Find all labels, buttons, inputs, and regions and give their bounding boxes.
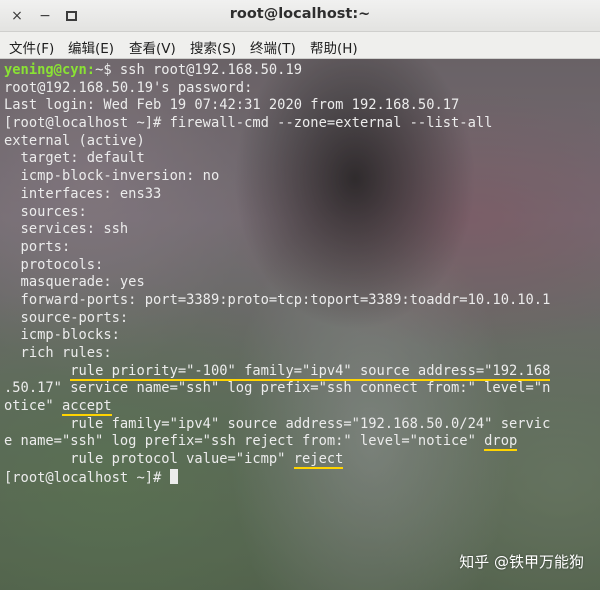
terminal-line: external (active) [4, 133, 550, 151]
menu-edit[interactable]: 编辑(E) [68, 37, 114, 57]
terminal-segment: forward-ports: port=3389:proto=tcp:topor… [4, 291, 551, 308]
highlighted-text: accept [61, 398, 112, 417]
terminal-segment: protocols: [4, 256, 104, 273]
terminal-segment: icmp-blocks: [4, 327, 120, 344]
menu-search[interactable]: 搜索(S) [190, 37, 236, 57]
terminal-segment: [root@localhost ~]# [4, 469, 170, 486]
terminal-segment: interfaces: ens33 [4, 185, 162, 202]
terminal-line: rule family="ipv4" source address="192.1… [4, 416, 550, 434]
terminal-line: rule protocol value="icmp" reject [4, 451, 550, 470]
terminal-line: otice" accept [4, 398, 550, 417]
terminal-segment: rule protocol value="icmp" [4, 451, 294, 468]
terminal-segment: external (active) [4, 132, 145, 149]
terminal-line: protocols: [4, 257, 550, 275]
terminal-segment: target: default [4, 150, 145, 167]
highlighted-text: reject [293, 451, 344, 470]
terminal-segment: sources: [4, 203, 87, 220]
terminal-line: icmp-block-inversion: no [4, 168, 550, 186]
terminal-segment: ports: [4, 238, 71, 255]
window-title: root@localhost:~ [229, 6, 371, 22]
menu-bar: 文件(F) 编辑(E) 查看(V) 搜索(S) 终端(T) 帮助(H) [0, 32, 600, 59]
terminal-line: services: ssh [4, 221, 550, 239]
terminal-line: Last login: Wed Feb 19 07:42:31 2020 fro… [4, 97, 550, 115]
menu-file[interactable]: 文件(F) [9, 37, 54, 57]
terminal-text: yening@cyn:~$ ssh root@192.168.50.19 root… [4, 62, 551, 487]
terminal-line: masquerade: yes [4, 274, 550, 292]
terminal-line: icmp-blocks: [4, 327, 550, 345]
terminal-segment: root@192.168.50.19's password: [4, 79, 253, 96]
terminal-segment: ~$ ssh root@192.168.50.19 [95, 62, 303, 78]
terminal-line: interfaces: ens33 [4, 186, 550, 204]
terminal-segment: [root@localhost ~]# firewall-cmd --zone=… [4, 115, 493, 132]
terminal-segment: services: ssh [4, 221, 129, 238]
terminal-line: [root@localhost ~]# [4, 468, 550, 487]
terminal-line: rich rules: [4, 345, 550, 363]
highlighted-text: rule priority="-100" family="ipv4" sourc… [70, 362, 551, 381]
terminal-line: e name="ssh" log prefix="ssh reject from… [4, 433, 550, 452]
terminal-line: source-ports: [4, 310, 550, 328]
title-bar[interactable]: × − root@localhost:~ [0, 0, 600, 32]
terminal-segment: .50.17" service name="ssh" log prefix="s… [4, 380, 551, 397]
terminal-segment: masquerade: yes [4, 274, 145, 291]
terminal-window: × − root@localhost:~ 文件(F) 编辑(E) 查看(V) 搜… [0, 0, 600, 590]
terminal-segment [4, 363, 70, 379]
watermark: 知乎 @铁甲万能狗 [459, 553, 584, 571]
menu-terminal[interactable]: 终端(T) [250, 37, 296, 57]
terminal-line: [root@localhost ~]# firewall-cmd --zone=… [4, 115, 550, 133]
terminal-segment: rule family="ipv4" source address="192.1… [4, 415, 551, 432]
terminal-output[interactable]: yening@cyn:~$ ssh root@192.168.50.19 root… [0, 59, 600, 590]
terminal-line: target: default [4, 150, 550, 168]
terminal-segment: icmp-block-inversion: no [4, 168, 220, 185]
terminal-segment: source-ports: [4, 309, 129, 326]
highlighted-text: drop [484, 433, 518, 452]
terminal-line: ports: [4, 239, 550, 257]
terminal-line: .50.17" service name="ssh" log prefix="s… [4, 380, 550, 398]
cursor [169, 468, 178, 484]
prompt-user: yening@cyn: [4, 62, 96, 78]
terminal-line: forward-ports: port=3389:proto=tcp:topor… [4, 291, 551, 310]
terminal-segment: e name="ssh" log prefix="ssh reject from… [4, 433, 485, 450]
menu-view[interactable]: 查看(V) [129, 37, 176, 57]
terminal-line: sources: [4, 204, 550, 222]
terminal-segment: Last login: Wed Feb 19 07:42:31 2020 fro… [4, 97, 460, 114]
terminal-line: root@192.168.50.19's password: [4, 80, 550, 98]
terminal-line: rule priority="-100" family="ipv4" sourc… [4, 362, 551, 381]
terminal-segment: rich rules: [4, 345, 112, 361]
terminal-segment: otice" [4, 398, 62, 415]
terminal-line: yening@cyn:~$ ssh root@192.168.50.19 [4, 62, 550, 80]
menu-help[interactable]: 帮助(H) [310, 37, 358, 57]
